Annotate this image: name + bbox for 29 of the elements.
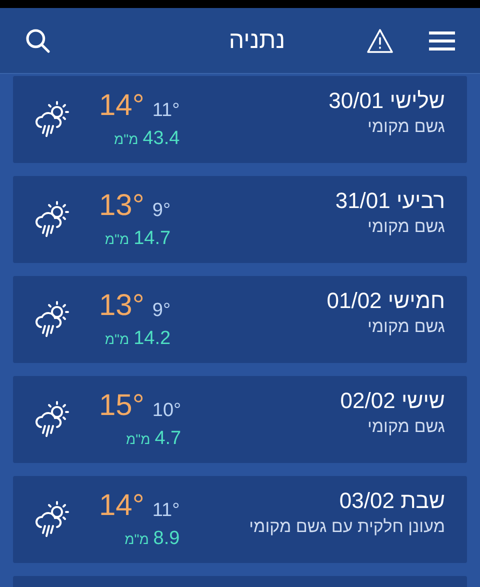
low-temperature: 11°	[152, 101, 180, 120]
low-temperature: 10°	[152, 401, 182, 420]
day-date: רביעי 31/01	[335, 190, 445, 212]
day-date: שבת 03/02	[339, 490, 445, 512]
day-date: שישי 02/02	[340, 390, 445, 412]
low-temperature: 9°	[152, 201, 171, 220]
search-icon[interactable]	[24, 26, 52, 54]
warning-icon[interactable]	[366, 28, 394, 54]
low-temperature: 11°	[152, 501, 180, 520]
weather-description: גשם מקומי	[367, 318, 445, 335]
day-date: שלישי 30/01	[328, 90, 445, 112]
city-title: נתניה	[228, 26, 286, 56]
rain-sun-cloud-icon	[35, 400, 69, 440]
high-temperature: 15°	[99, 391, 144, 421]
rain-sun-cloud-icon	[35, 200, 69, 240]
weather-description: גשם מקומי	[367, 118, 445, 135]
high-temperature: 13°	[99, 291, 144, 321]
high-temperature: 13°	[99, 191, 144, 221]
high-temperature: 14°	[99, 91, 144, 121]
weather-description: גשם מקומי	[367, 418, 445, 435]
day-date: חמישי 01/02	[326, 290, 445, 312]
weather-description: גשם מקומי	[367, 218, 445, 235]
rain-sun-cloud-icon	[35, 100, 69, 140]
weather-description: מעונן חלקית עם גשם מקומי	[249, 518, 445, 535]
low-temperature: 9°	[152, 301, 171, 320]
rain-sun-cloud-icon	[35, 500, 69, 540]
menu-icon[interactable]	[428, 30, 456, 52]
high-temperature: 14°	[99, 491, 144, 521]
rain-sun-cloud-icon	[35, 300, 69, 340]
